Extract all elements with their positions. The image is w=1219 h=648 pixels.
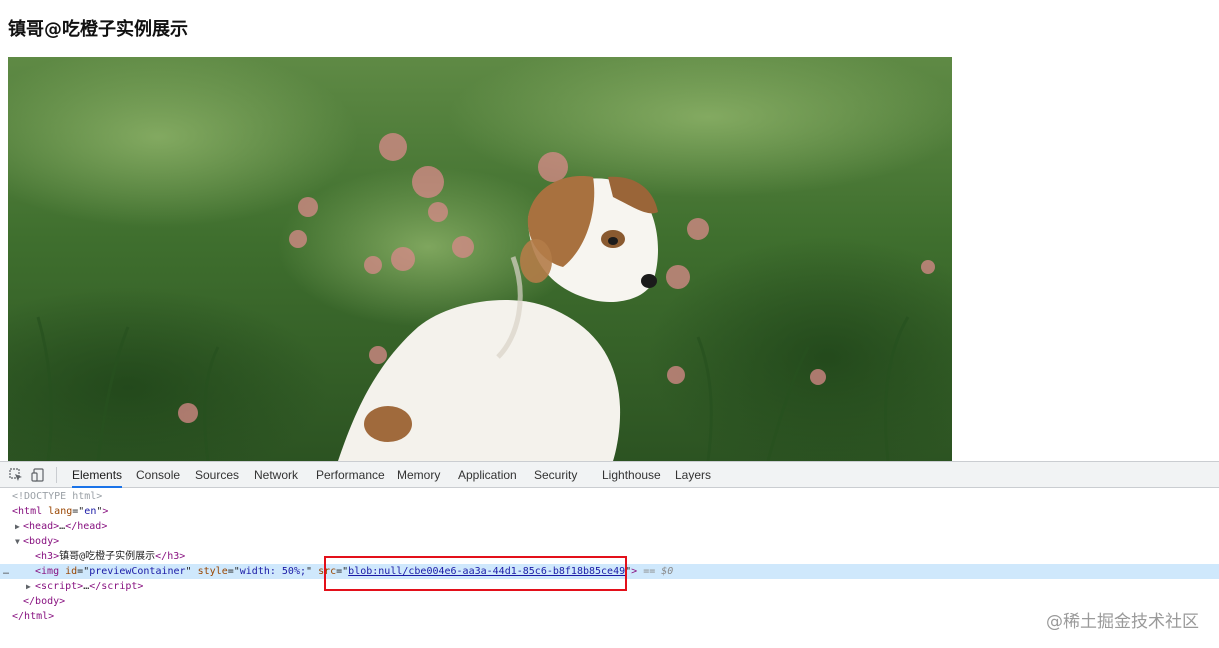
dom-node-head[interactable]: ▶ <head>…</head> [0,519,1219,534]
html-close-tag-name: html [24,611,49,622]
selected-node-marker: == $0 [643,566,674,577]
dom-node-html-close[interactable]: </html> [0,609,1219,624]
toolbar-divider [56,467,57,483]
img-style-attr: style [197,566,228,577]
page-heading: 镇哥@吃橙子实例展示 [8,19,188,40]
devtools-panel: Elements Console Sources Network Perform… [0,461,1219,648]
img-tag-name: img [41,566,60,577]
dom-node-body[interactable]: ▼ <body> [0,534,1219,549]
html-attr-name: lang [48,506,73,517]
expand-triangle-icon[interactable]: ▶ [15,519,20,534]
head-close-tag-name: head [77,521,102,532]
head-tag-name: head [29,521,54,532]
tab-lighthouse[interactable]: Lighthouse [602,462,661,488]
doctype-text: <!DOCTYPE html> [12,491,103,502]
watermark: @稀土掘金技术社区 [1046,612,1199,632]
expand-triangle-icon[interactable]: ▶ [26,579,31,594]
tab-console[interactable]: Console [136,462,180,488]
tab-layers[interactable]: Layers [675,462,711,488]
img-style-value: width: 50%; [239,566,306,577]
body-close-tag-name: body [35,596,60,607]
html-attr-value: en [84,506,97,517]
tab-sources[interactable]: Sources [195,462,239,488]
tab-security[interactable]: Security [534,462,577,488]
collapse-triangle-icon[interactable]: ▼ [15,534,20,549]
h3-text: 镇哥@吃橙子实例展示 [59,551,156,562]
tab-memory[interactable]: Memory [397,462,440,488]
dom-node-body-close[interactable]: </body> [0,594,1219,609]
device-toolbar-icon[interactable] [30,467,46,483]
html-tag-name: html [18,506,43,517]
script-tag-name: script [41,581,78,592]
red-highlight-box [324,556,627,591]
more-options-icon[interactable]: … [3,564,9,579]
body-tag-name: body [29,536,54,547]
preview-image [8,57,952,461]
h3-tag-name: h3 [41,551,54,562]
inspect-element-icon[interactable] [8,467,24,483]
img-id-attr: id [65,566,78,577]
tab-performance[interactable]: Performance [316,462,385,488]
script-close-tag-name: script [101,581,138,592]
devtools-toolbar: Elements Console Sources Network Perform… [0,462,1219,488]
tab-elements[interactable]: Elements [72,462,123,488]
img-id-value: previewContainer [89,566,186,577]
tab-network[interactable]: Network [254,462,298,488]
dom-node-doctype[interactable]: <!DOCTYPE html> [0,489,1219,504]
h3-close-tag-name: h3 [167,551,180,562]
tab-application[interactable]: Application [458,462,517,488]
dom-node-html[interactable]: <html lang="en"> [0,504,1219,519]
